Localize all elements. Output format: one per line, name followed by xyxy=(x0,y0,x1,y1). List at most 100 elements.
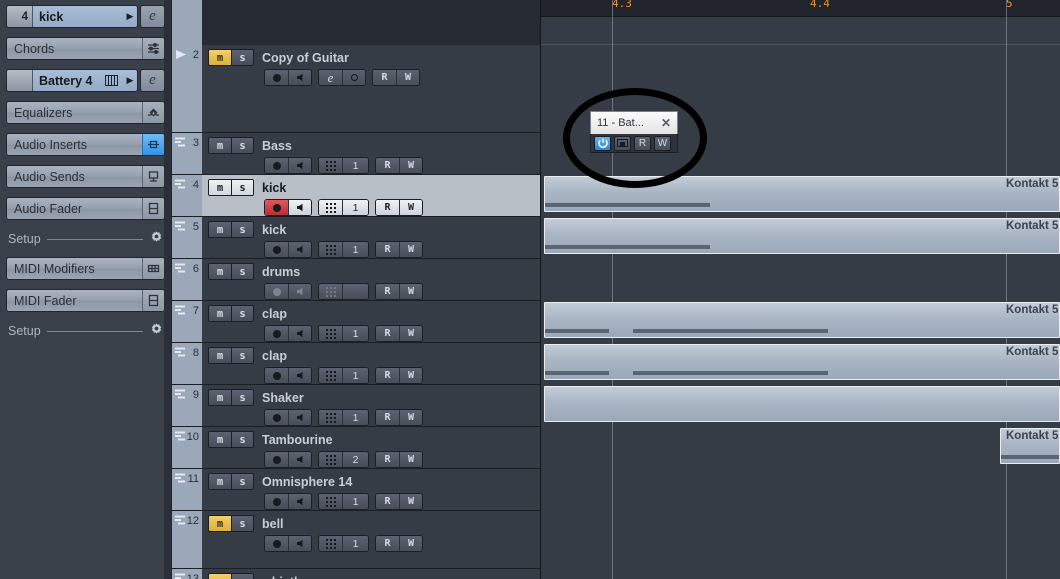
read-automation-button[interactable]: R xyxy=(376,410,399,425)
track-row[interactable]: 5 m s kick 1 R W xyxy=(172,217,540,259)
solo-button[interactable]: s xyxy=(231,306,253,321)
read-automation-button[interactable]: R xyxy=(376,452,399,467)
solo-button[interactable]: s xyxy=(231,264,253,279)
midi-grid-button[interactable] xyxy=(319,494,342,509)
track-row[interactable]: 6 m s drums R W xyxy=(172,259,540,301)
instrument-name[interactable]: Battery 4 xyxy=(33,70,103,91)
track-row[interactable]: 3 m s Bass 1 R W xyxy=(172,133,540,175)
automation-group[interactable]: RW xyxy=(372,69,420,86)
midi-part[interactable]: Kontakt 5 xyxy=(544,344,1060,380)
automation-group[interactable]: RW xyxy=(375,451,423,468)
midi-channel-value[interactable]: 1 xyxy=(342,200,368,215)
mute-button[interactable]: m xyxy=(209,264,231,279)
channel-group[interactable]: 1 xyxy=(318,535,369,552)
monitor-button[interactable] xyxy=(288,368,311,383)
track-number-cell[interactable]: 2 xyxy=(172,45,202,132)
record-monitor-group[interactable] xyxy=(264,283,312,300)
record-enable-button[interactable] xyxy=(265,326,288,341)
midi-part[interactable]: Kontakt 5 xyxy=(1000,428,1060,464)
automation-group[interactable]: RW xyxy=(375,157,423,174)
midi-part[interactable]: Kontakt 5 xyxy=(544,302,1060,338)
record-monitor-group[interactable] xyxy=(264,535,312,552)
instrument-chevron-right-icon[interactable]: ▶ xyxy=(123,70,137,91)
insert-icon[interactable] xyxy=(142,134,164,155)
read-automation-button[interactable]: R xyxy=(376,200,399,215)
record-enable-button[interactable] xyxy=(265,536,288,551)
equalizers-button[interactable]: Equalizers xyxy=(6,101,165,124)
channel-group[interactable]: 1 xyxy=(318,325,369,342)
mute-button[interactable]: m xyxy=(209,432,231,447)
record-monitor-group[interactable] xyxy=(264,157,312,174)
timeline-ruler[interactable]: 4.3 4.4 5 xyxy=(541,0,1060,17)
channel-group[interactable]: 1 xyxy=(318,157,369,174)
solo-button[interactable]: s xyxy=(231,516,253,531)
mute-button[interactable]: m xyxy=(209,474,231,489)
mute-button[interactable]: m xyxy=(209,222,231,237)
monitor-button[interactable] xyxy=(288,284,311,299)
track-number-cell[interactable]: 3 xyxy=(172,133,202,174)
edit-channel-button[interactable]: e xyxy=(319,70,342,85)
mute-button[interactable]: m xyxy=(209,574,231,579)
lock-button[interactable] xyxy=(342,70,365,85)
sliders-icon[interactable] xyxy=(142,38,164,59)
audio-sends-button[interactable]: Audio Sends xyxy=(6,165,165,188)
track-row[interactable]: 9 m s Shaker 1 R W xyxy=(172,385,540,427)
mute-solo-group[interactable]: ms xyxy=(208,263,254,280)
chords-button[interactable]: Chords xyxy=(6,37,165,60)
mute-button[interactable]: m xyxy=(209,348,231,363)
channel-group[interactable]: 1 xyxy=(318,199,369,216)
write-automation-button[interactable]: W xyxy=(399,452,422,467)
solo-button[interactable]: s xyxy=(231,348,253,363)
inspector-section-audio-sends[interactable]: Audio Sends xyxy=(6,165,165,188)
midi-grid-button[interactable] xyxy=(319,368,342,383)
setup-row-audio[interactable]: Setup xyxy=(6,229,165,249)
audio-fader-button[interactable]: Audio Fader xyxy=(6,197,165,220)
solo-button[interactable]: s xyxy=(231,180,253,195)
automation-group[interactable]: RW xyxy=(375,241,423,258)
record-enable-button[interactable] xyxy=(265,70,288,85)
read-automation-button[interactable]: R xyxy=(376,158,399,173)
mute-button[interactable]: m xyxy=(209,180,231,195)
record-monitor-group[interactable] xyxy=(264,451,312,468)
track-number-cell[interactable]: 8 xyxy=(172,343,202,384)
midi-part[interactable]: Kontakt 5 xyxy=(544,218,1060,254)
arrange-area[interactable]: 4.3 4.4 5 Kontakt 5 Kontakt 5 Kontakt 5 Konta… xyxy=(540,0,1060,579)
midi-channel-value[interactable]: 1 xyxy=(342,242,368,257)
close-x-icon[interactable]: ✕ xyxy=(661,116,673,130)
channel-group[interactable]: 1 xyxy=(318,409,369,426)
track-row[interactable]: 12 m s bell 1 R W xyxy=(172,511,540,569)
record-enable-button[interactable] xyxy=(265,284,288,299)
channel-group[interactable]: 1 xyxy=(318,367,369,384)
inspector-section-midi-modifiers[interactable]: MIDI Modifiers xyxy=(6,257,165,280)
automation-group[interactable]: RW xyxy=(375,493,423,510)
midi-grid-button[interactable] xyxy=(319,326,342,341)
edit-instrument-button[interactable]: e xyxy=(140,5,165,28)
record-monitor-group[interactable] xyxy=(264,409,312,426)
record-enable-button[interactable] xyxy=(265,494,288,509)
track-row[interactable]: 8 m s clap 1 R W xyxy=(172,343,540,385)
monitor-button[interactable] xyxy=(288,200,311,215)
plugin-window-titlebar[interactable]: 11 - Bat... ✕ xyxy=(590,111,678,134)
solo-button[interactable]: s xyxy=(231,574,253,579)
write-automation-button[interactable]: W xyxy=(399,158,422,173)
record-enable-button[interactable] xyxy=(265,242,288,257)
mute-solo-group[interactable]: ms xyxy=(208,389,254,406)
instrument-strip[interactable]: Battery 4 ▶ xyxy=(6,69,138,92)
read-automation-button[interactable]: R xyxy=(376,242,399,257)
midi-grid-button[interactable] xyxy=(319,200,342,215)
record-enable-button[interactable] xyxy=(265,368,288,383)
mute-button[interactable]: m xyxy=(209,390,231,405)
monitor-button[interactable] xyxy=(288,326,311,341)
record-enable-button[interactable] xyxy=(265,158,288,173)
mute-solo-group[interactable]: ms xyxy=(208,347,254,364)
write-automation-button[interactable]: W xyxy=(399,410,422,425)
track-row[interactable]: 11 m s Omnisphere 14 1 R W xyxy=(172,469,540,511)
window-button[interactable] xyxy=(614,135,631,151)
mute-solo-group[interactable]: ms xyxy=(208,305,254,322)
channel-group[interactable]: 1 xyxy=(318,493,369,510)
midi-grid-button[interactable] xyxy=(319,536,342,551)
inspector-instrument-strip[interactable]: Battery 4 ▶ e xyxy=(6,69,165,92)
midi-channel-value[interactable]: 1 xyxy=(342,494,368,509)
track-name-strip[interactable]: 4 kick ▶ xyxy=(6,5,138,28)
midi-fader-button[interactable]: MIDI Fader xyxy=(6,289,165,312)
